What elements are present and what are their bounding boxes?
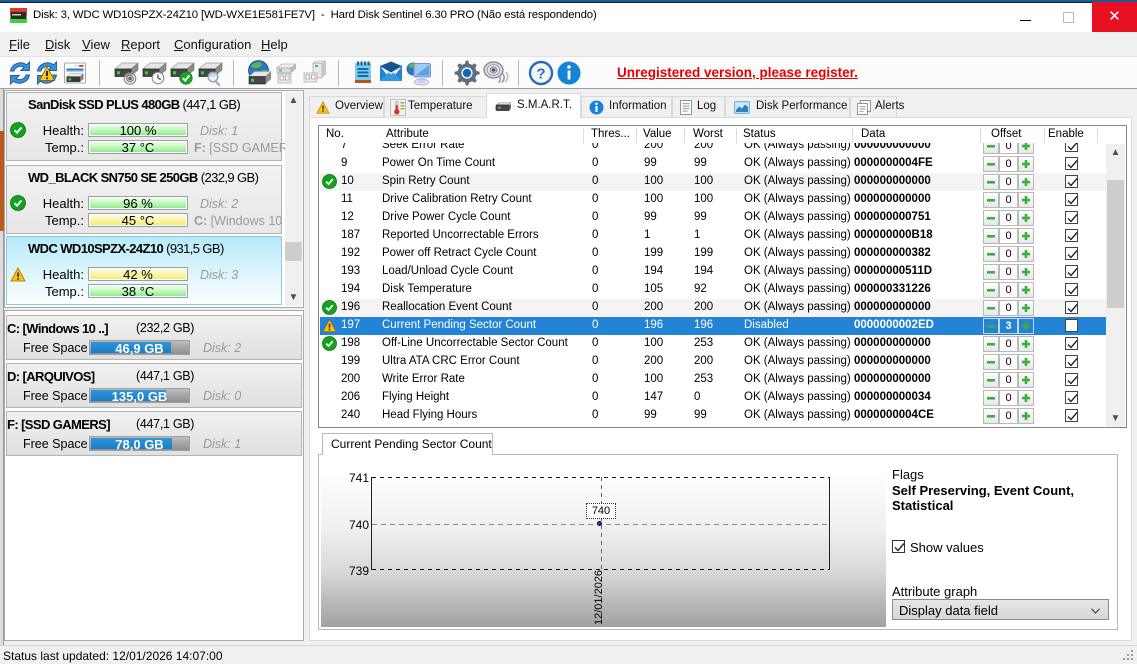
svg-text:?: ? (536, 66, 545, 83)
